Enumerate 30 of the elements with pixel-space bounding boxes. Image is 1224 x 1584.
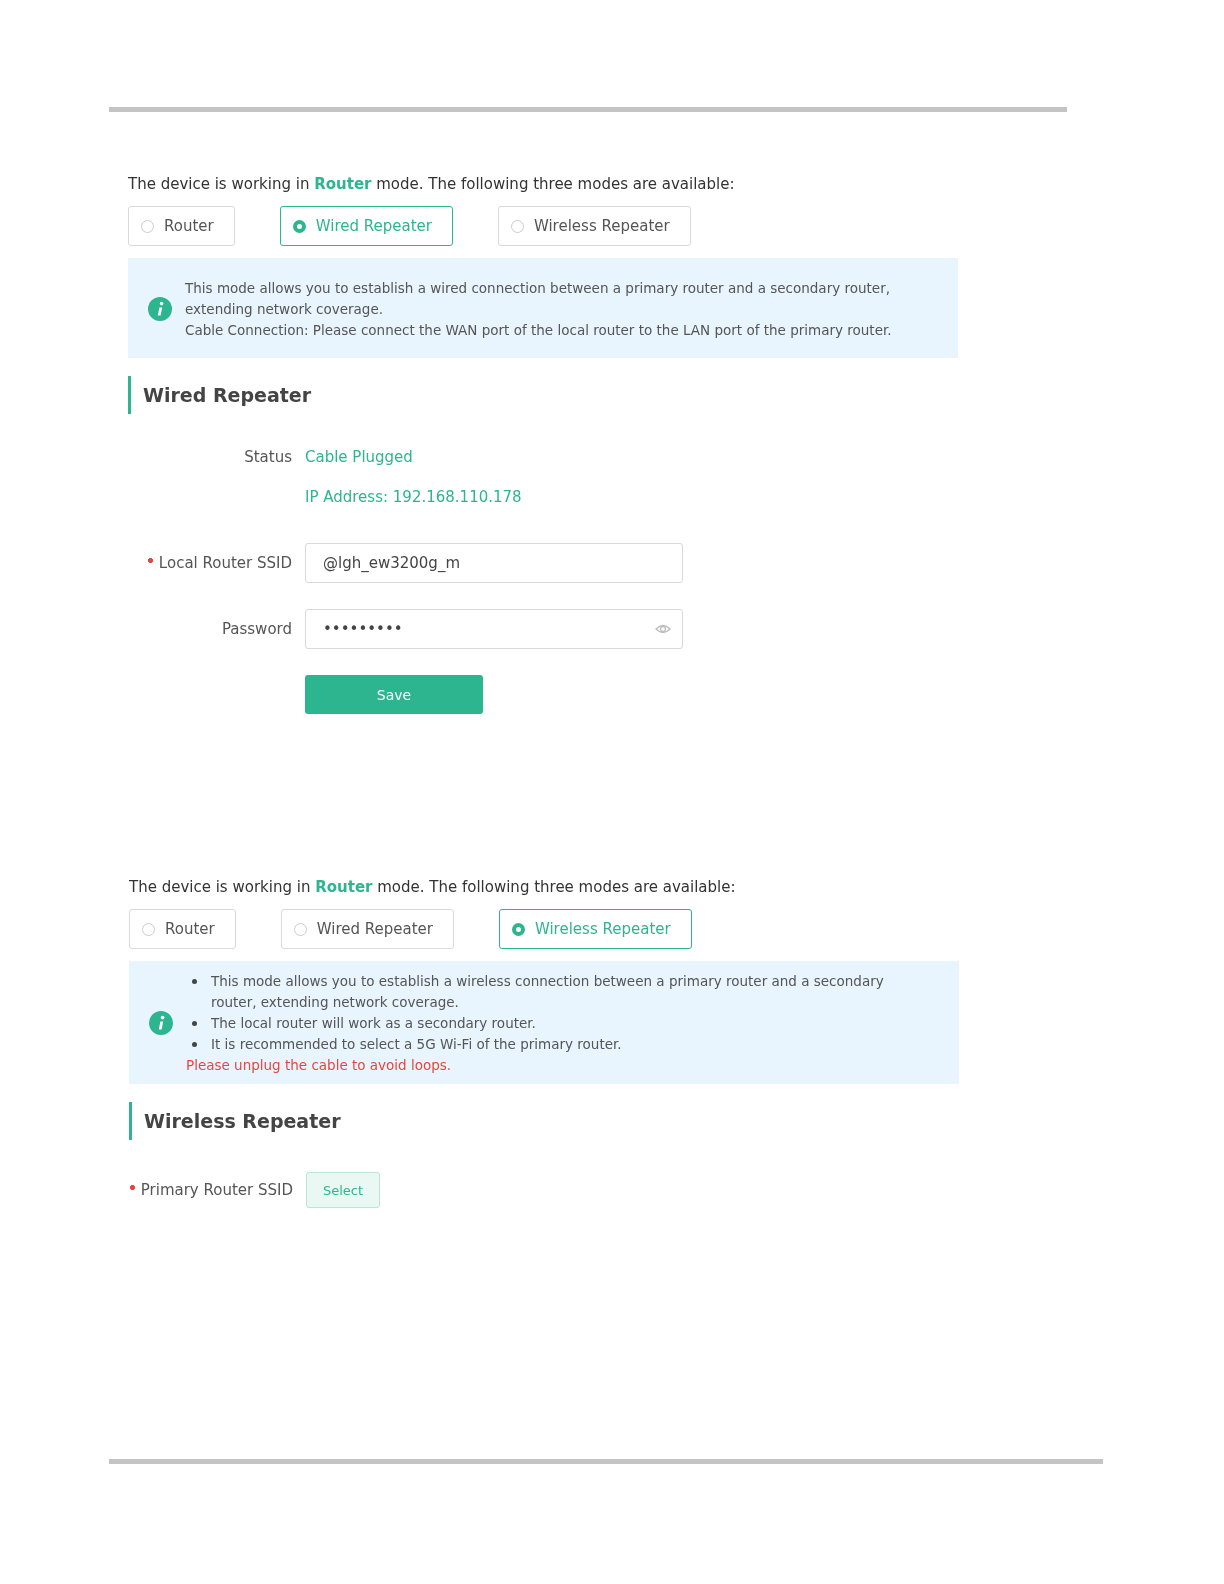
field-label: Password (221, 620, 292, 638)
bullet-icon (192, 979, 197, 984)
ssid-input-field[interactable]: @lgh_ew3200g_m (305, 543, 683, 583)
mode-description: The device is working in Router mode. The following three modes are available: (129, 877, 737, 897)
field-label: Status (244, 447, 292, 468)
field-label: Local Router SSID (158, 554, 292, 572)
section-title: Wired Repeater (128, 376, 968, 414)
password-field[interactable]: ••••••••• (305, 609, 683, 649)
section-title: Wireless Repeater (129, 1102, 969, 1140)
status-text: Cable Plugged (305, 447, 414, 468)
required-icon (128, 1184, 136, 1191)
field-label: Primary Router SSID (140, 1181, 293, 1199)
bullet-icon (192, 1021, 197, 1026)
mode-description: The device is working in Router mode. The following three modes are available: (128, 174, 736, 194)
eye-icon (655, 623, 671, 635)
notice-text: Cable Connection: Please connect the WAN port of the local router to the LAN port of the primary router. (185, 320, 893, 340)
mode-radio-option[interactable]: Wireless Repeater (497, 206, 691, 246)
info-icon (148, 296, 173, 322)
mode-radio-option[interactable]: Router (128, 206, 235, 246)
status-text: IP Address: 192.168.110.178 (305, 487, 522, 508)
required-icon (146, 557, 154, 564)
notice-text: It is recommended to select a 5G Wi-Fi of the primary router. (211, 1035, 623, 1054)
notice-text: This mode allows you to establish a wireless connection between a primary router and a secondary router, extending network coverage. (211, 972, 885, 1012)
mode-radio-option[interactable]: Wired Repeater (280, 909, 454, 949)
info-icon (149, 1011, 174, 1036)
notice-text: The local router will work as a secondary router. (211, 1014, 537, 1033)
mode-radio-option[interactable]: Router (129, 909, 236, 949)
notice-text: This mode allows you to establish a wired connection between a primary router and a secondary router, extending network coverage. (185, 278, 891, 319)
warning-text: Please unplug the cable to avoid loops. (186, 1056, 453, 1075)
bullet-icon (192, 1042, 197, 1047)
